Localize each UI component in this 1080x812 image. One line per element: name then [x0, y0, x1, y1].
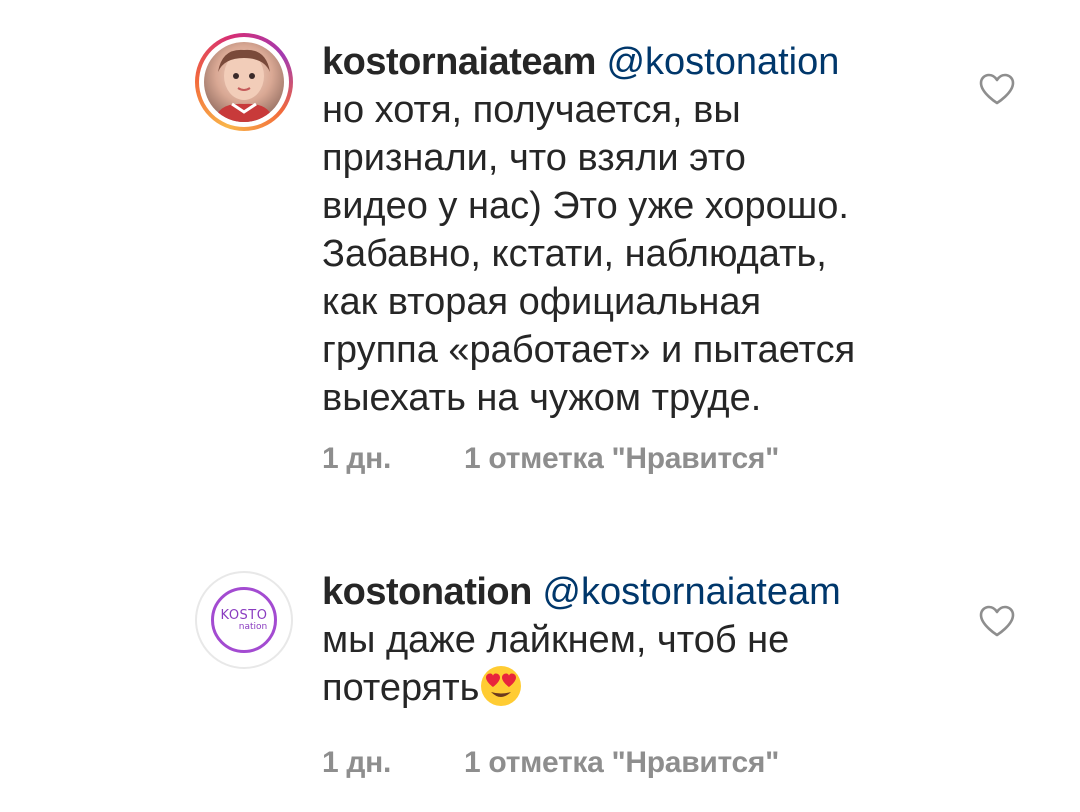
username-link[interactable]: kostornaiateam [322, 41, 596, 83]
mention-link[interactable]: @kostornaiateam [542, 571, 840, 613]
comment-line: как вторая официальная [322, 281, 762, 323]
avatar[interactable] [195, 33, 293, 131]
comment-line: но хотя, получается, вы [322, 89, 741, 131]
heart-outline-icon[interactable] [978, 604, 1016, 638]
comment-text: kostonation @kostornaiateam мы даже лайк… [322, 568, 942, 712]
likes-count-link[interactable]: 1 отметка "Нравится" [464, 442, 779, 476]
timestamp: 1 дн. [322, 442, 392, 475]
comment-line: Забавно, кстати, наблюдать, [322, 233, 827, 275]
comment-meta: 1 дн. 1 отметка "Нравится" [322, 442, 942, 476]
comment-line: видео у нас) Это уже хорошо. [322, 185, 849, 227]
username-link[interactable]: kostonation [322, 571, 532, 613]
heart-outline-icon[interactable] [978, 72, 1016, 106]
kostonation-logo: KOSTO nation [211, 587, 277, 653]
mention-link[interactable]: @kostonation [606, 41, 839, 83]
comment-text: kostornaiateam @kostonation но хотя, пол… [322, 38, 942, 422]
likes-count-link[interactable]: 1 отметка "Нравится" [464, 746, 779, 780]
comment-line: потерять [322, 667, 480, 709]
profile-photo-icon [204, 42, 284, 122]
avatar[interactable]: KOSTO nation [195, 571, 293, 669]
comment-meta: 1 дн. 1 отметка "Нравится" [322, 746, 942, 780]
comment-line: группа «работает» и пытается [322, 329, 856, 371]
heart-eyes-emoji-icon [481, 666, 522, 706]
comment-line: выехать на чужом труде. [322, 377, 762, 419]
comment-line: мы даже лайкнем, чтоб не [322, 619, 790, 661]
timestamp: 1 дн. [322, 746, 392, 779]
comment-line: признали, что взяли это [322, 137, 746, 179]
